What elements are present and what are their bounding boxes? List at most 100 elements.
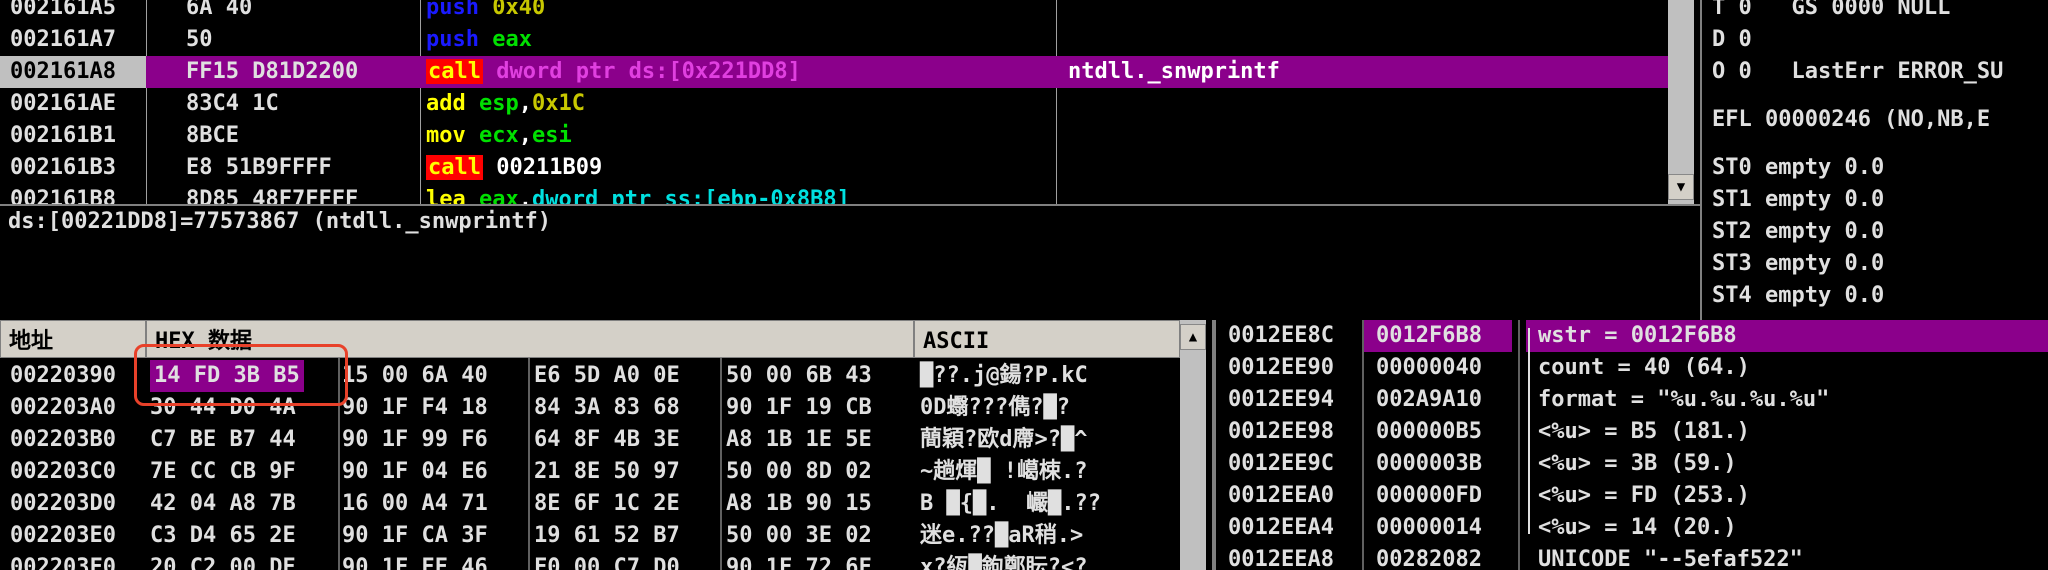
stack-address[interactable]: 0012EE94: [1228, 384, 1334, 416]
dump-hex-group[interactable]: 90 1F CA 3F: [342, 520, 488, 552]
disasm-operand: dword ptr ds:[0x221DD8]: [496, 59, 801, 84]
dump-address[interactable]: 002203C0: [10, 456, 116, 488]
dump-hex-group[interactable]: 50 00 3E 02: [726, 520, 872, 552]
dump-hex-group[interactable]: A8 1B 1E 5E: [726, 424, 872, 456]
disasm-row[interactable]: 002161B1 8BCE mov ecx,esi: [0, 120, 1668, 152]
stack-comment[interactable]: UNICODE "--5efaf522": [1526, 544, 2048, 570]
stack-comment[interactable]: <%u> = B5 (181.): [1526, 416, 2048, 448]
register-line[interactable]: ST3 empty 0.0: [1712, 248, 1884, 280]
disasm-row[interactable]: 002161B8 8D85 48F7FFFF lea eax,dword ptr s…: [0, 184, 1668, 204]
disasm-instruction: add esp,0x1C: [426, 88, 585, 120]
dump-ascii[interactable]: 蕳穎?欧d廗>?█^: [920, 424, 1087, 456]
dump-hex-group[interactable]: 90 1F 04 E6: [342, 456, 488, 488]
disasm-hex: 6A 40: [186, 0, 253, 20]
dump-header-ascii[interactable]: ASCII: [914, 320, 1180, 358]
stack-value[interactable]: 002A9A10: [1364, 384, 1512, 416]
dump-hex-group[interactable]: 50 00 6B 43: [726, 360, 872, 392]
stack-comment[interactable]: <%u> = 3B (59.): [1526, 448, 2048, 480]
stack-address[interactable]: 0012EEA0: [1228, 480, 1334, 512]
stack-value[interactable]: 000000B5: [1364, 416, 1512, 448]
stack-value[interactable]: 000000FD: [1364, 480, 1512, 512]
stack-address[interactable]: 0012EE90: [1228, 352, 1334, 384]
dump-ascii[interactable]: 0D蠮???儁?█?: [920, 392, 1070, 424]
disasm-hex: FF15 D81D2200: [186, 59, 359, 84]
dump-ascii[interactable]: █??.j@鍚?P.kC: [920, 360, 1088, 392]
dump-hex-group[interactable]: C7 BE B7 44: [150, 424, 296, 456]
stack-address[interactable]: 0012EE98: [1228, 416, 1334, 448]
dump-address[interactable]: 002203E0: [10, 520, 116, 552]
dump-hex-group[interactable]: 90 1F 99 F6: [342, 424, 488, 456]
dump-header-address[interactable]: 地址: [0, 320, 146, 358]
dump-address[interactable]: 002203D0: [10, 488, 116, 520]
disasm-row[interactable]: 002161A5 6A 40 push 0x40: [0, 0, 1668, 24]
stack-comment[interactable]: format = "%u.%u.%u.%u": [1526, 384, 2048, 416]
disassembly-pane[interactable]: 002161A5 6A 40 push 0x40 002161A7 50 push eax…: [0, 0, 1668, 204]
dump-hex-group[interactable]: 19 61 52 B7: [534, 520, 680, 552]
dump-hex-group[interactable]: A8 1B 90 15: [726, 488, 872, 520]
stack-address[interactable]: 0012EEA4: [1228, 512, 1334, 544]
stack-address[interactable]: 0012EE9C: [1228, 448, 1334, 480]
dump-hex-group[interactable]: 84 3A 83 68: [534, 392, 680, 424]
register-line[interactable]: ST0 empty 0.0: [1712, 152, 1884, 184]
disasm-row[interactable]: 002161A8 FF15 D81D2200 call dword ptr ds:[…: [0, 56, 1668, 88]
disasm-mnemonic: mov: [426, 123, 466, 148]
stack-value[interactable]: 00282082: [1364, 544, 1512, 570]
disasm-instruction: push eax: [426, 24, 532, 56]
dump-hex-group[interactable]: 8E 6F 1C 2E: [534, 488, 680, 520]
dump-address[interactable]: 00220390: [10, 360, 116, 392]
stack-comment[interactable]: <%u> = 14 (20.): [1526, 512, 2048, 544]
dump-hex-group[interactable]: 42 04 A8 7B: [150, 488, 296, 520]
stack-comment[interactable]: <%u> = FD (253.): [1526, 480, 2048, 512]
stack-value[interactable]: 00000014: [1364, 512, 1512, 544]
dump-hex-group[interactable]: 15 00 6A 40: [342, 360, 488, 392]
stack-value[interactable]: 0000003B: [1364, 448, 1512, 480]
stack-address[interactable]: 0012EEA8: [1228, 544, 1334, 570]
disasm-hex: 8D85 48F7FFFF: [186, 187, 359, 204]
disasm-operand: eax: [492, 27, 532, 52]
dump-hex-group[interactable]: 16 00 A4 71: [342, 488, 488, 520]
stack-address[interactable]: 0012EE8C: [1228, 320, 1334, 352]
dump-ascii[interactable]: 迷e.??█aR稍.>: [920, 520, 1083, 552]
scroll-down-icon[interactable]: ▼: [1668, 174, 1694, 200]
dump-hex-group[interactable]: C3 D4 65 2E: [150, 520, 296, 552]
dump-hex-group[interactable]: 20 C2 00 DE: [150, 552, 296, 570]
disassembly-scrollbar[interactable]: ▼: [1668, 0, 1694, 204]
dump-hex-group[interactable]: 7E CC CB 9F: [150, 456, 296, 488]
disasm-operand: 0x1C: [532, 91, 585, 116]
dump-address[interactable]: 002203F0: [10, 552, 116, 570]
register-line[interactable]: EFL 00000246 (NO,NB,E: [1712, 104, 1990, 136]
dump-hex-group[interactable]: 64 8F 4B 3E: [534, 424, 680, 456]
stack-pane[interactable]: 0012EE8C 0012F6B8 wstr = 0012F6B8 0012EE90 0…: [1212, 320, 2048, 570]
dump-hex-group[interactable]: 50 00 8D 02: [726, 456, 872, 488]
register-line[interactable]: O 0 LastErr ERROR_SU: [1712, 56, 2003, 88]
register-line[interactable]: ST2 empty 0.0: [1712, 216, 1884, 248]
dump-address[interactable]: 002203B0: [10, 424, 116, 456]
dump-hex-group[interactable]: F0 00 C7 D0: [534, 552, 680, 570]
dump-hex-group[interactable]: 90 1F EE 46: [342, 552, 488, 570]
stack-comment[interactable]: wstr = 0012F6B8: [1526, 320, 2048, 352]
dump-address[interactable]: 002203A0: [10, 392, 116, 424]
disasm-row[interactable]: 002161A7 50 push eax: [0, 24, 1668, 56]
dump-hex-group[interactable]: 90 1F 19 CB: [726, 392, 872, 424]
disasm-address: 002161B8: [10, 187, 116, 204]
disasm-row[interactable]: 002161AE 83C4 1C add esp,0x1C: [0, 88, 1668, 120]
stack-comment[interactable]: count = 40 (64.): [1526, 352, 2048, 384]
dump-hex-group[interactable]: 21 8E 50 97: [534, 456, 680, 488]
stack-value[interactable]: 00000040: [1364, 352, 1512, 384]
dump-group-divider: [720, 358, 722, 570]
dump-scrollbar[interactable]: ▲: [1180, 320, 1206, 570]
register-line[interactable]: D 0: [1712, 24, 1752, 56]
dump-ascii[interactable]: x?絚█鉤鄭眃?<?: [920, 552, 1087, 570]
dump-ascii[interactable]: ~趟煇█ !嶱梀.?: [920, 456, 1087, 488]
register-line[interactable]: ST1 empty 0.0: [1712, 184, 1884, 216]
stack-value[interactable]: 0012F6B8: [1364, 320, 1512, 352]
dump-hex-group[interactable]: 90 1F 72 6F: [726, 552, 872, 570]
dump-ascii[interactable]: B █{█. 巗█.??: [920, 488, 1101, 520]
dump-hex-group[interactable]: 90 1F F4 18: [342, 392, 488, 424]
register-line[interactable]: ST4 empty 0.0: [1712, 280, 1884, 312]
disasm-row[interactable]: 002161B3 E8 51B9FFFF call 00211B09: [0, 152, 1668, 184]
registers-pane[interactable]: T 0 GS 0000 NULL D 0O 0 LastErr ERROR_SU E…: [1700, 0, 2048, 320]
dump-hex-group[interactable]: E6 5D A0 0E: [534, 360, 680, 392]
register-line[interactable]: T 0 GS 0000 NULL: [1712, 0, 1950, 24]
scroll-up-icon[interactable]: ▲: [1180, 324, 1206, 350]
